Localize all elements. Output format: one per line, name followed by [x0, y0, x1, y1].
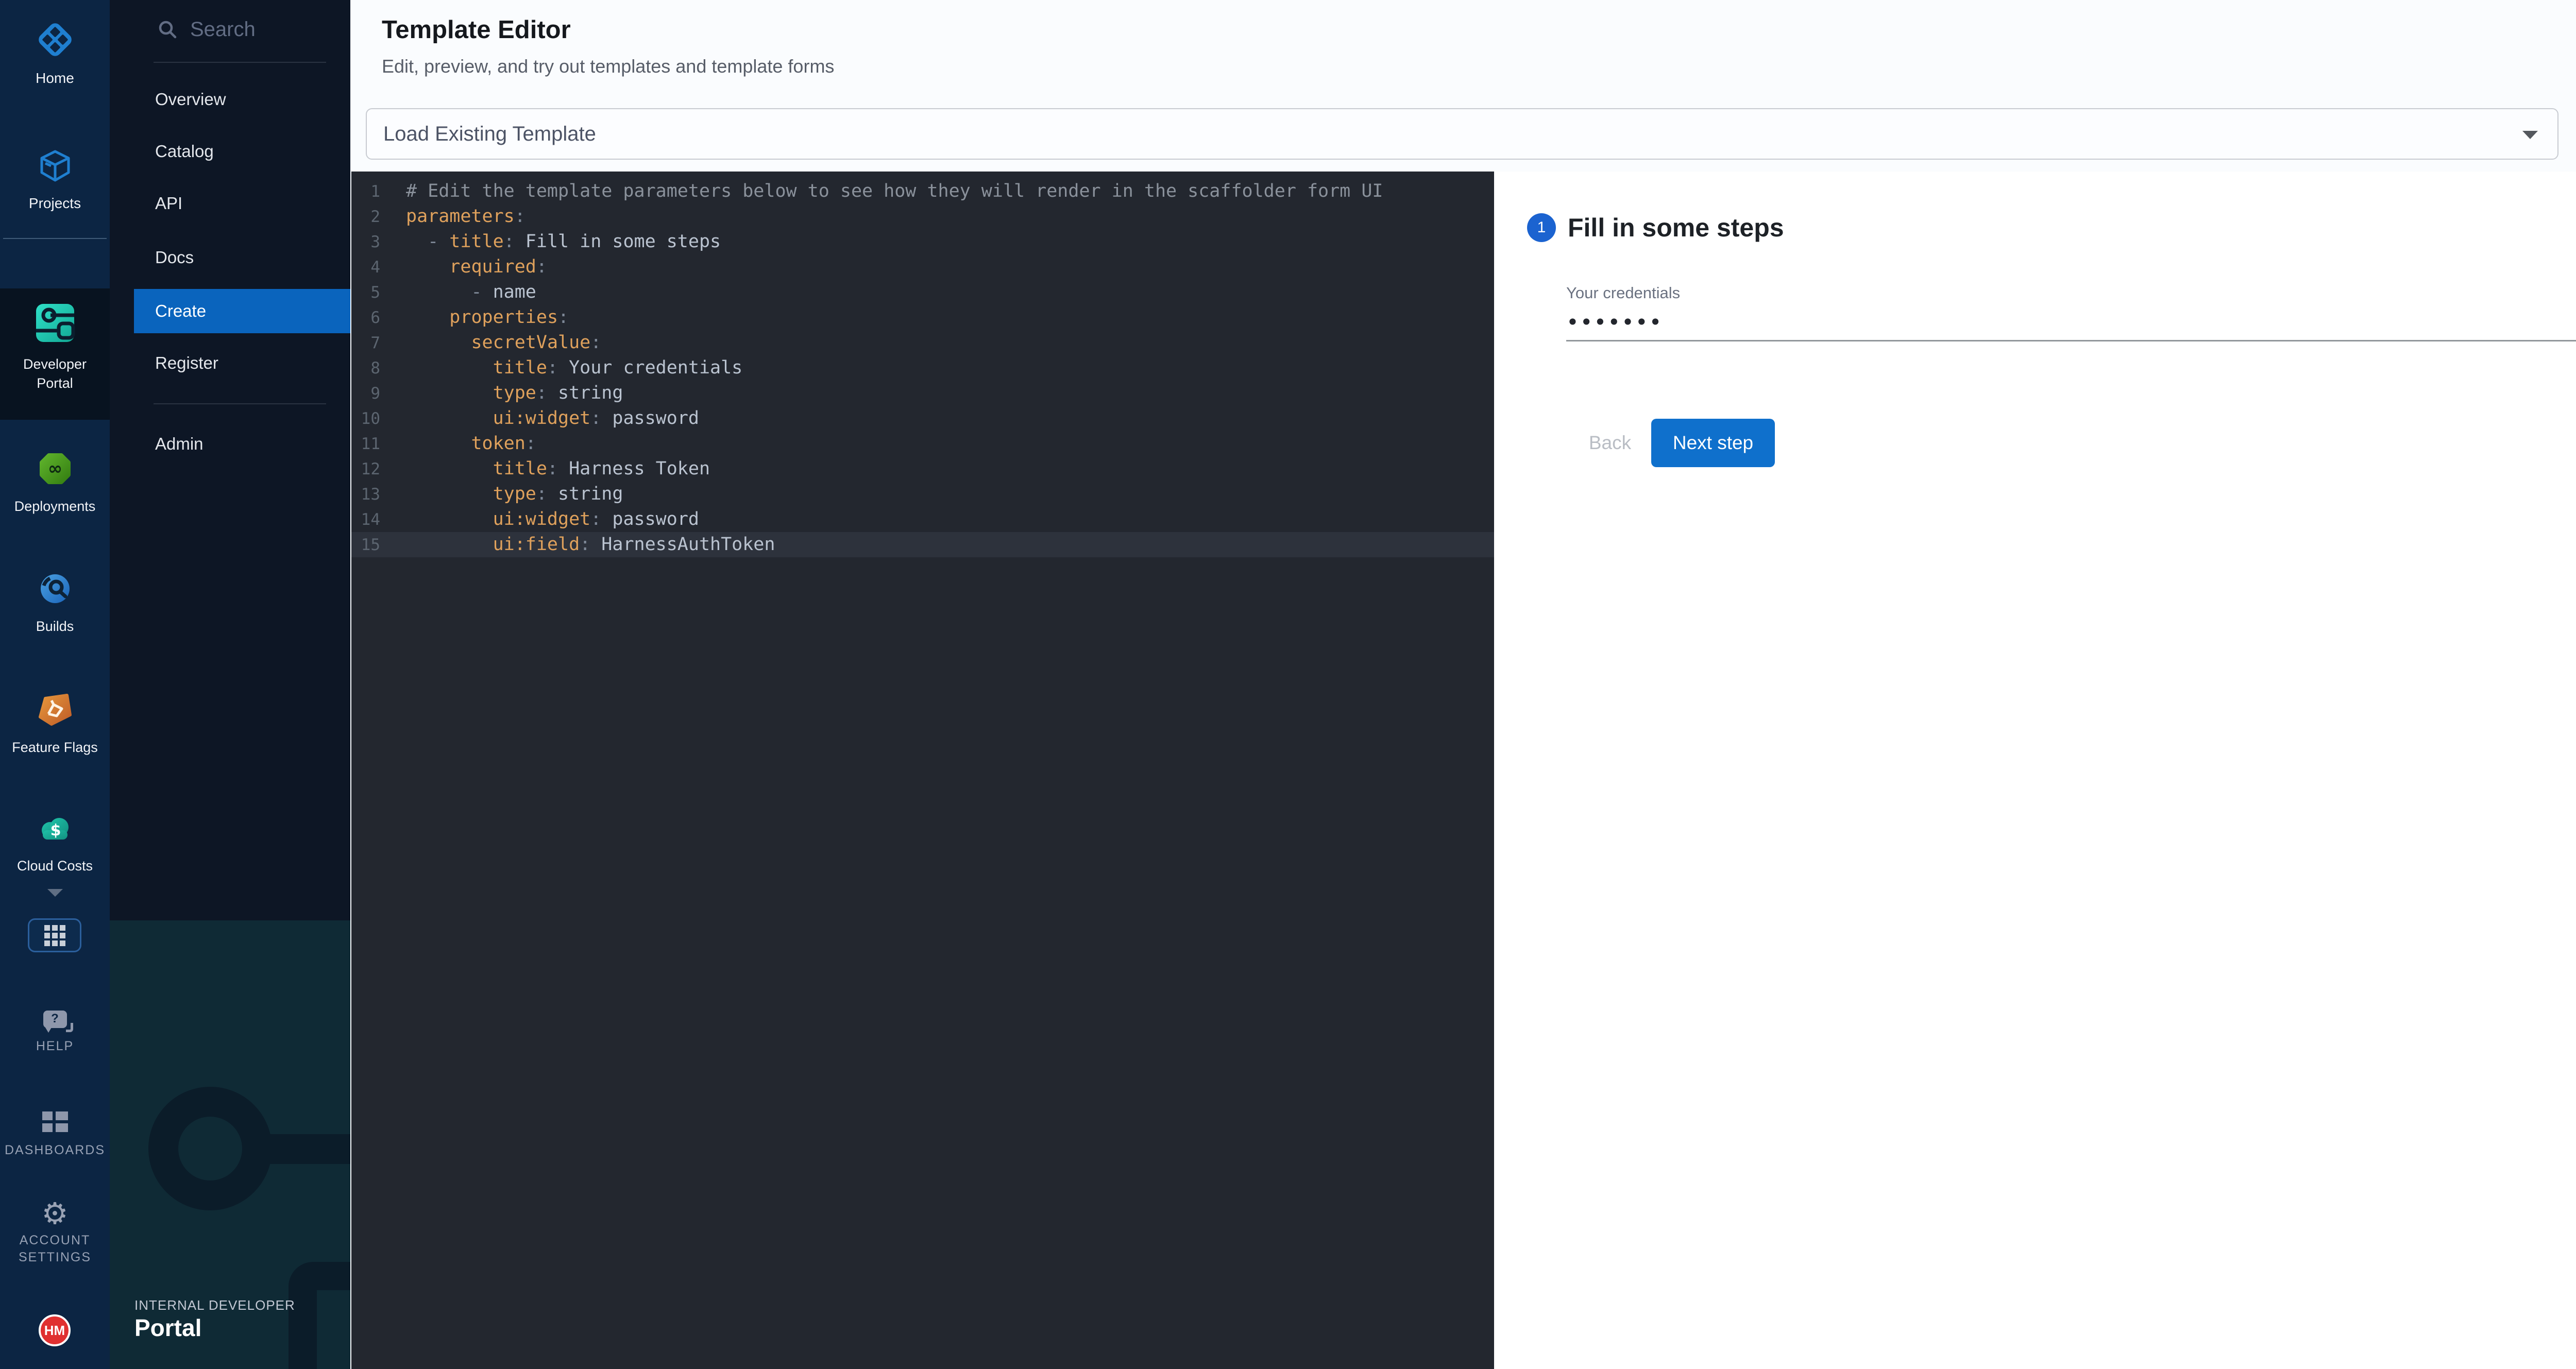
feature-flags-icon — [38, 693, 72, 729]
builds-icon — [39, 572, 72, 608]
portal-brand: INTERNAL DEVELOPER Portal — [134, 1297, 295, 1342]
code-line[interactable]: 5 - name — [351, 280, 1494, 305]
rail-divider — [3, 238, 107, 239]
page-title: Template Editor — [382, 15, 571, 44]
step-number-badge: 1 — [1527, 213, 1556, 242]
code-line[interactable]: 7 secretValue: — [351, 330, 1494, 355]
rail-item-label: Home — [0, 70, 110, 87]
code-line[interactable]: 14 ui:widget: password — [351, 507, 1494, 532]
module-rail: Home Projects — [0, 0, 110, 1369]
rail-module-label: Cloud Costs — [0, 857, 110, 876]
code-line[interactable]: 9 type: string — [351, 381, 1494, 406]
rail-module-label: Feature Flags — [0, 738, 110, 757]
template-code-editor[interactable]: 1# Edit the template parameters below to… — [351, 172, 1494, 1369]
code-line[interactable]: 4 required: — [351, 254, 1494, 280]
input-underline — [1566, 340, 2576, 341]
module-picker-button[interactable] — [28, 918, 81, 952]
select-arrow-icon — [2522, 131, 2538, 139]
sidebar-divider — [154, 62, 326, 63]
rail-item-projects[interactable]: Projects — [0, 149, 110, 212]
gear-icon: ⚙ — [42, 1197, 69, 1230]
projects-cube-icon — [39, 149, 72, 185]
sidebar-item-catalog[interactable]: Catalog — [110, 129, 350, 174]
load-template-select[interactable]: Load Existing Template — [366, 108, 2558, 160]
grid-icon — [44, 925, 65, 946]
select-value: Load Existing Template — [383, 109, 596, 159]
rail-module-label: Deployments — [0, 497, 110, 516]
decor-bar — [263, 1134, 350, 1164]
rail-item-help[interactable]: ? HELP — [0, 1011, 110, 1055]
credentials-password-input[interactable]: ••••••• — [1566, 303, 2576, 341]
next-step-button[interactable]: Next step — [1651, 419, 1775, 467]
code-lines: 1# Edit the template parameters below to… — [351, 179, 1494, 557]
sidebar-item-docs[interactable]: Docs — [110, 235, 350, 280]
chevron-down-icon — [47, 889, 63, 897]
rail-module-feature-flags[interactable]: Feature Flags — [0, 693, 110, 757]
rail-module-label: Developer Portal — [0, 355, 110, 393]
rail-item-label: HELP — [0, 1038, 110, 1055]
sidebar-item-api[interactable]: API — [110, 181, 350, 226]
sidebar-item-create[interactable]: Create — [134, 289, 350, 333]
code-line[interactable]: 10 ui:widget: password — [351, 406, 1494, 431]
scaffolder-form-panel: 1 Fill in some steps Your credentials ••… — [1494, 172, 2576, 1369]
brand-name: Portal — [134, 1313, 295, 1342]
rail-item-label: Projects — [0, 195, 110, 212]
rail-item-label: DASHBOARDS — [0, 1142, 110, 1159]
deployments-icon: ∞ — [39, 452, 72, 488]
step-title: Fill in some steps — [1568, 213, 1784, 243]
main-content: Template Editor Edit, preview, and try o… — [350, 0, 2576, 1369]
rail-module-cloud-costs[interactable]: $ Cloud Costs — [0, 816, 110, 876]
sidebar-divider — [154, 403, 326, 404]
code-line[interactable]: 13 type: string — [351, 482, 1494, 507]
code-line[interactable]: 12 title: Harness Token — [351, 456, 1494, 482]
back-button[interactable]: Back — [1577, 419, 1643, 467]
decor-ring — [148, 1087, 272, 1210]
cloud-costs-icon: $ — [38, 816, 73, 847]
page-subtitle: Edit, preview, and try out templates and… — [382, 56, 834, 77]
app-window: Home Projects — [0, 0, 2576, 1369]
user-avatar[interactable]: HM — [39, 1314, 71, 1346]
brand-eyebrow: INTERNAL DEVELOPER — [134, 1297, 295, 1313]
sidebar-item-admin[interactable]: Admin — [110, 422, 350, 466]
sidebar-search[interactable]: Search — [110, 11, 350, 47]
home-icon — [38, 22, 73, 60]
rail-item-account-settings[interactable]: ⚙ ACCOUNT SETTINGS — [0, 1199, 110, 1266]
code-line[interactable]: 1# Edit the template parameters below to… — [351, 179, 1494, 204]
rail-module-expander[interactable] — [0, 889, 110, 899]
svg-text:∞: ∞ — [47, 458, 62, 479]
rail-module-label: Builds — [0, 617, 110, 636]
code-line[interactable]: 3 - title: Fill in some steps — [351, 229, 1494, 254]
sidebar-item-register[interactable]: Register — [110, 341, 350, 385]
rail-item-label: ACCOUNT SETTINGS — [0, 1232, 110, 1266]
code-line[interactable]: 8 title: Your credentials — [351, 355, 1494, 381]
dashboards-icon — [42, 1111, 68, 1132]
rail-module-builds[interactable]: Builds — [0, 572, 110, 636]
search-icon — [157, 19, 178, 40]
masked-password-value: ••••••• — [1566, 310, 1663, 335]
rail-module-deployments[interactable]: ∞ Deployments — [0, 452, 110, 516]
rail-module-developer-portal[interactable]: Developer Portal — [0, 303, 110, 393]
code-line[interactable]: 2parameters: — [351, 204, 1494, 229]
search-placeholder: Search — [190, 18, 256, 41]
rail-item-dashboards[interactable]: DASHBOARDS — [0, 1111, 110, 1159]
credentials-field-label: Your credentials — [1566, 284, 1680, 302]
help-chat-icon: ? — [43, 1011, 67, 1028]
code-line[interactable]: 15 ui:field: HarnessAuthToken — [351, 532, 1494, 557]
developer-portal-icon — [35, 303, 75, 346]
code-line[interactable]: 6 properties: — [351, 305, 1494, 330]
sidebar-item-overview[interactable]: Overview — [110, 77, 350, 122]
svg-text:$: $ — [50, 822, 61, 840]
rail-item-home[interactable]: Home — [0, 22, 110, 87]
decor-rounded-rect — [289, 1262, 350, 1369]
sidebar: Search Overview Catalog API Docs Create … — [110, 0, 350, 1369]
code-line[interactable]: 11 token: — [351, 431, 1494, 456]
